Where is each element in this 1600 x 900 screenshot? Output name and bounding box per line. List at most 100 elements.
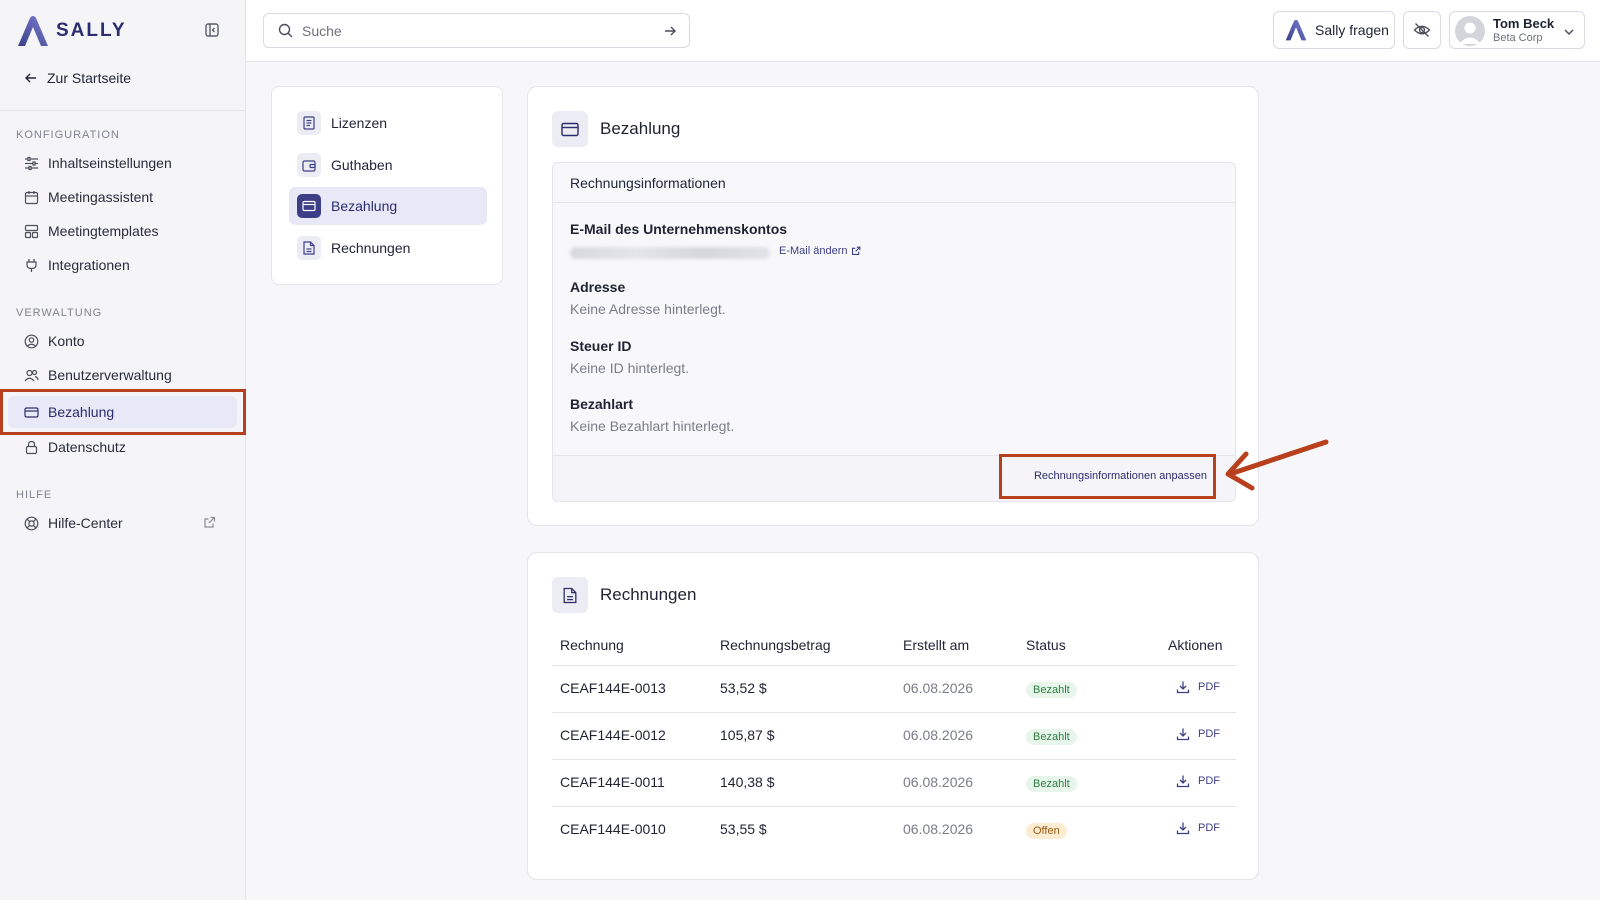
settings-nav-rechnungen[interactable]: Rechnungen — [289, 229, 487, 267]
billing-card: Bezahlung Rechnungsinformationen E-Mail … — [527, 86, 1259, 526]
user-menu-button[interactable]: Tom Beck Beta Corp — [1449, 11, 1585, 49]
settings-nav-lizenzen[interactable]: Lizenzen — [289, 104, 487, 142]
user-org: Beta Corp — [1493, 32, 1543, 44]
back-to-home-link[interactable]: Zur Startseite — [24, 66, 131, 90]
download-icon — [1176, 728, 1190, 741]
column-header-erstellt[interactable]: Erstellt am — [903, 637, 969, 653]
billing-info-title: Rechnungsinformationen — [553, 163, 1235, 203]
user-circle-icon — [24, 334, 39, 348]
table-row: CEAF144E-0010 53,55 $ 06.08.2026 Offen P… — [552, 807, 1236, 854]
invoice-id: CEAF144E-0011 — [560, 774, 665, 790]
sidebar-item-label: Integrationen — [48, 257, 130, 273]
table-row: CEAF144E-0011 140,38 $ 06.08.2026 Bezahl… — [552, 760, 1236, 807]
sally-logo-icon — [18, 16, 48, 46]
user-name: Tom Beck — [1493, 16, 1555, 31]
document-icon — [297, 236, 321, 260]
column-header-betrag[interactable]: Rechnungsbetrag — [720, 637, 831, 653]
sidebar-toggle-icon — [205, 23, 219, 37]
settings-nav-bezahlung[interactable]: Bezahlung — [289, 187, 487, 225]
address-value: Keine Adresse hinterlegt. — [570, 301, 726, 317]
sidebar-item-hilfe-center[interactable]: Hilfe-Center — [8, 507, 237, 539]
search-icon — [278, 23, 293, 38]
sidebar-item-meetingassistent[interactable]: Meetingassistent — [8, 181, 237, 213]
sidebar-item-label: Inhaltseinstellungen — [48, 155, 172, 171]
column-header-status[interactable]: Status — [1026, 637, 1066, 653]
table-row: CEAF144E-0013 53,52 $ 06.08.2026 Bezahlt… — [552, 666, 1236, 713]
settings-nav-label: Guthaben — [331, 157, 393, 173]
billing-card-title: Bezahlung — [600, 119, 681, 138]
invoices-card-title: Rechnungen — [600, 585, 697, 604]
collapse-sidebar-button[interactable] — [204, 22, 222, 40]
search-input[interactable] — [302, 20, 642, 42]
change-email-label: E-Mail ändern — [779, 245, 848, 257]
privacy-toggle-button[interactable] — [1403, 11, 1441, 49]
top-header: Sally fragen Tom Beck Beta Corp — [246, 0, 1600, 62]
change-email-link[interactable]: E-Mail ändern — [779, 245, 861, 257]
address-label: Adresse — [570, 279, 626, 295]
column-header-aktionen: Aktionen — [1168, 637, 1223, 653]
wallet-icon — [297, 153, 321, 177]
tax-id-value: Keine ID hinterlegt. — [570, 360, 690, 376]
invoice-amount: 53,55 $ — [720, 821, 767, 837]
invoice-amount: 140,38 $ — [720, 774, 775, 790]
external-link-icon — [852, 246, 861, 255]
invoice-amount: 105,87 $ — [720, 727, 775, 743]
table-header-row: Rechnung Rechnungsbetrag Erstellt am Sta… — [552, 635, 1236, 666]
email-value-blurred — [570, 247, 770, 259]
section-title-konfiguration: KONFIGURATION — [16, 129, 120, 141]
email-label: E-Mail des Unternehmenskontos — [570, 221, 788, 237]
section-title-verwaltung: VERWALTUNG — [16, 307, 103, 319]
invoice-id: CEAF144E-0010 — [560, 821, 666, 837]
invoice-date: 06.08.2026 — [903, 774, 974, 790]
credit-card-icon — [24, 406, 39, 418]
sidebar-item-label: Datenschutz — [48, 439, 126, 455]
settings-nav-label: Lizenzen — [331, 115, 388, 131]
template-icon — [24, 224, 39, 238]
column-header-rechnung[interactable]: Rechnung — [560, 637, 624, 653]
download-pdf-button[interactable]: PDF — [1176, 821, 1220, 835]
users-icon — [24, 369, 39, 381]
sidebar-item-benutzerverwaltung[interactable]: Benutzerverwaltung — [8, 359, 237, 391]
avatar — [1455, 16, 1485, 46]
pdf-label: PDF — [1198, 681, 1220, 693]
invoice-date: 06.08.2026 — [903, 727, 974, 743]
credit-card-icon — [552, 111, 588, 147]
download-pdf-button[interactable]: PDF — [1176, 727, 1220, 741]
download-pdf-button[interactable]: PDF — [1176, 774, 1220, 788]
invoice-date: 06.08.2026 — [903, 821, 974, 837]
sidebar-item-bezahlung[interactable]: Bezahlung — [8, 396, 237, 428]
lifebuoy-icon — [24, 516, 39, 530]
download-pdf-button[interactable]: PDF — [1176, 680, 1220, 694]
sidebar-item-label: Hilfe-Center — [48, 515, 123, 531]
sidebar-item-datenschutz[interactable]: Datenschutz — [8, 431, 237, 463]
settings-nav-guthaben[interactable]: Guthaben — [289, 146, 487, 184]
pdf-label: PDF — [1198, 775, 1220, 787]
download-icon — [1176, 822, 1190, 835]
arrow-left-icon — [25, 73, 36, 83]
download-icon — [1176, 681, 1190, 694]
plug-icon — [26, 258, 37, 272]
calendar-icon — [24, 190, 39, 204]
brand-logo[interactable]: SALLY — [16, 14, 127, 48]
sidebar-item-integrationen[interactable]: Integrationen — [8, 249, 237, 281]
ask-sally-button[interactable]: Sally fragen — [1273, 11, 1395, 49]
sliders-icon — [25, 156, 38, 170]
search-bar[interactable] — [263, 13, 690, 48]
credit-card-icon — [297, 194, 321, 218]
invoice-amount: 53,52 $ — [720, 680, 767, 696]
billing-info-footer: Rechnungsinformationen anpassen — [553, 455, 1235, 501]
license-icon — [297, 111, 321, 135]
sidebar-item-meetingtemplates[interactable]: Meetingtemplates — [8, 215, 237, 247]
payment-method-label: Bezahlart — [570, 396, 634, 412]
sidebar-item-konto[interactable]: Konto — [8, 325, 237, 357]
sidebar-item-label: Meetingtemplates — [48, 223, 159, 239]
sidebar-item-label: Konto — [48, 333, 85, 349]
table-row: CEAF144E-0012 105,87 $ 06.08.2026 Bezahl… — [552, 713, 1236, 760]
status-badge: Offen — [1026, 823, 1067, 839]
arrow-right-icon[interactable] — [663, 24, 677, 38]
invoices-card-header: Rechnungen — [552, 577, 696, 613]
sidebar-item-inhaltseinstellungen[interactable]: Inhaltseinstellungen — [8, 147, 237, 179]
adjust-billing-info-button[interactable]: Rechnungsinformationen anpassen — [1034, 470, 1207, 482]
sally-logo-icon — [1285, 19, 1307, 41]
status-badge: Bezahlt — [1026, 682, 1077, 698]
